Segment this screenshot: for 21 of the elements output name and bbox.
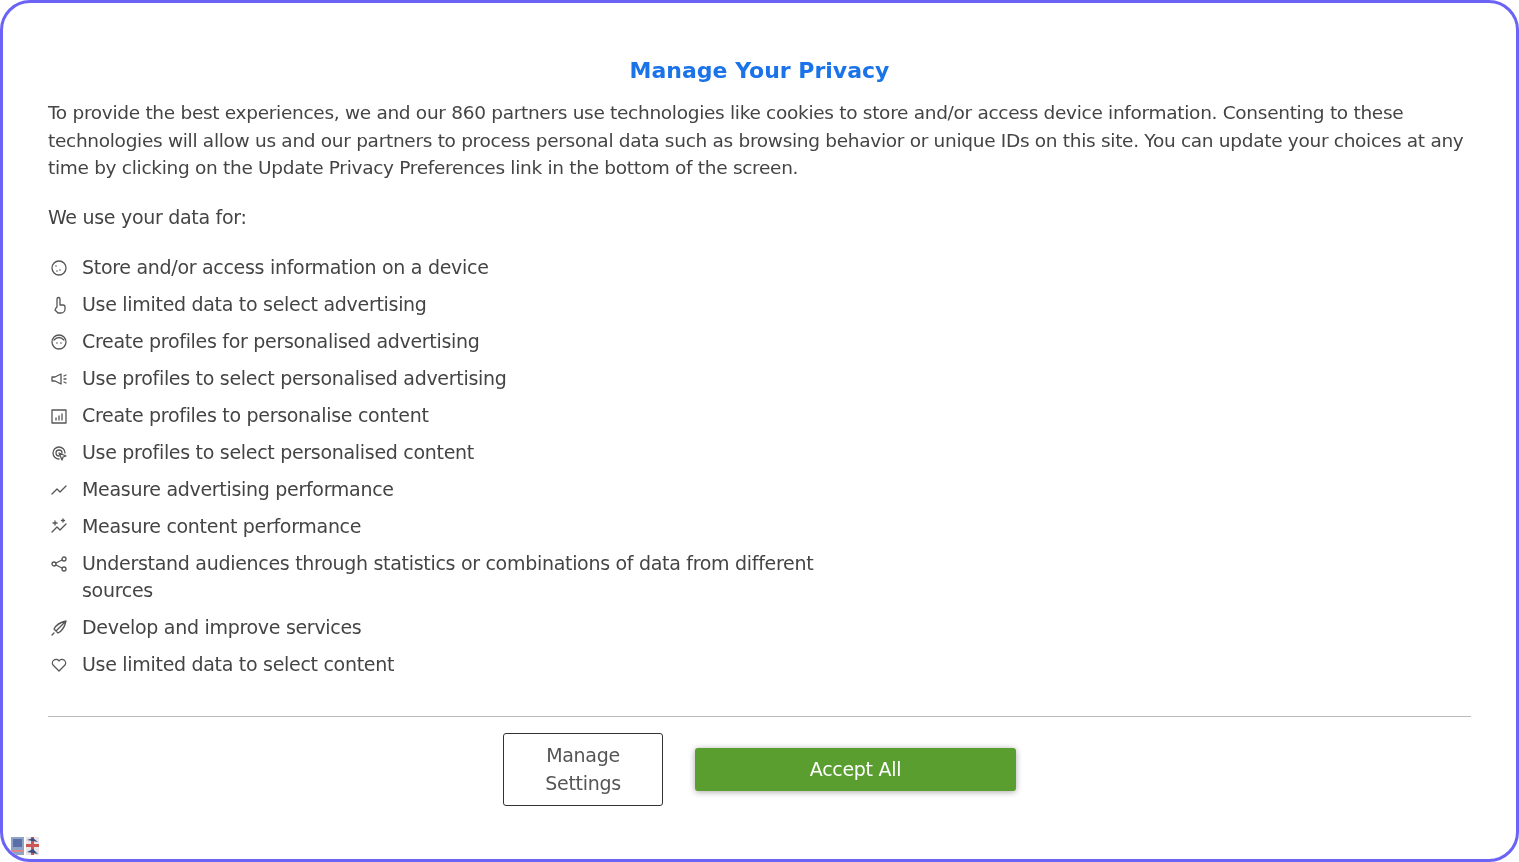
purpose-text: Use limited data to select content (82, 651, 395, 677)
purpose-text: Develop and improve services (82, 614, 362, 640)
cookie-icon (50, 258, 68, 277)
purpose-text: Use profiles to select personalised advertising (82, 365, 507, 391)
purpose-text: Use limited data to select advertising (82, 291, 427, 317)
dialog-title: Manage Your Privacy (629, 57, 890, 85)
purpose-text: Measure content performance (82, 513, 362, 539)
target-cursor-icon (50, 443, 68, 462)
purpose-text: Measure advertising performance (82, 476, 394, 502)
purpose-text: Understand audiences through statistics or combinations of data from different sources (82, 550, 815, 603)
purposes-heading: We use your data for: (48, 204, 247, 230)
intro-paragraph: To provide the best experiences, we and our 860 partners use technologies like cookies to store and/or access device information. Consenting to these technologies will allow us and our partners to process personal data such as browsing behavior or unique IDs on this site. You can update your choices at any time by clicking on the Update Privacy Preferences link in the bottom of the screen. (48, 101, 1465, 180)
share-nodes-icon (50, 554, 68, 573)
purpose-text: Use profiles to select personalised content (82, 439, 474, 465)
bar-chart-icon (50, 406, 68, 425)
purpose-text: Create profiles to personalise content (82, 402, 429, 428)
face-icon (50, 332, 68, 351)
purpose-text: Store and/or access information on a device (82, 254, 489, 280)
language-flag-icon[interactable] (11, 837, 39, 855)
purpose-text: Create profiles for personalised advertising (82, 328, 480, 354)
manage-settings-button[interactable]: Manage Settings (503, 732, 663, 806)
